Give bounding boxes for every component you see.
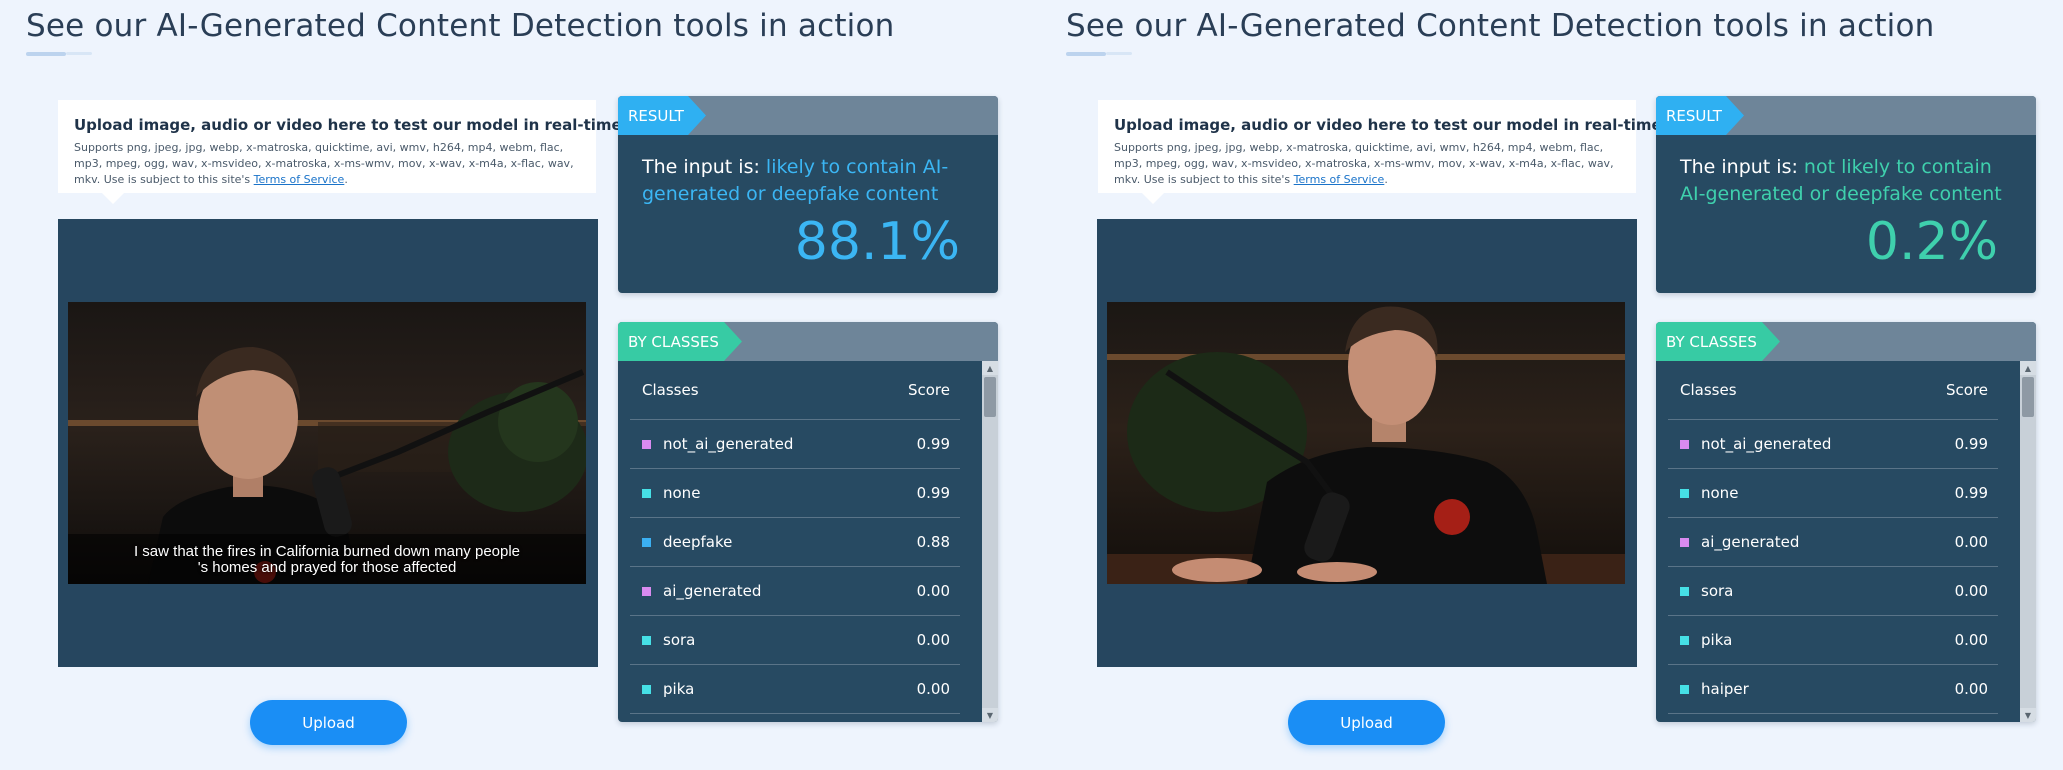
section-heading: See our AI-Generated Content Detection t… xyxy=(26,8,895,44)
classes-scrollbar[interactable]: ▲ ▼ xyxy=(982,361,998,722)
video-still-image xyxy=(1107,302,1625,584)
tooltip-pointer xyxy=(1142,193,1164,204)
scroll-up-icon[interactable]: ▲ xyxy=(2020,361,2036,375)
tooltip-pointer xyxy=(102,193,124,204)
upload-button[interactable]: Upload xyxy=(1288,700,1445,745)
terms-of-service-link[interactable]: Terms of Service xyxy=(254,173,345,186)
class-color-swatch xyxy=(642,488,651,498)
scroll-down-icon[interactable]: ▼ xyxy=(982,708,998,722)
video-caption: I saw that the fires in California burne… xyxy=(133,543,521,576)
column-header-score: Score xyxy=(1945,381,1988,399)
class-color-swatch xyxy=(1680,439,1689,449)
table-row: not_ai_generated 0.99 xyxy=(1668,420,1998,469)
table-row: not_ai_generated 0.99 xyxy=(630,420,960,469)
upload-info-box: Upload image, audio or video here to tes… xyxy=(58,100,629,204)
heading-underline xyxy=(26,52,92,56)
table-row: none 0.99 xyxy=(630,469,960,518)
result-card-header: RESULT xyxy=(1656,96,2036,135)
class-color-swatch xyxy=(1680,586,1689,596)
table-row: deepfake 0.88 xyxy=(630,518,960,567)
table-row: pika 0.00 xyxy=(1668,616,1998,665)
video-frame[interactable] xyxy=(1107,302,1625,584)
result-card-header: RESULT xyxy=(618,96,998,135)
demo-panel-left: See our AI-Generated Content Detection t… xyxy=(0,0,1040,770)
classes-tag: BY CLASSES xyxy=(618,322,742,361)
classes-card-header: BY CLASSES xyxy=(1656,322,2036,361)
media-preview[interactable]: I saw that the fires in California burne… xyxy=(58,219,598,667)
class-color-swatch xyxy=(642,586,651,596)
column-header-classes: Classes xyxy=(642,381,699,399)
table-row: sora 0.00 xyxy=(1668,567,1998,616)
heading-underline xyxy=(1066,52,1132,56)
result-score: 0.2% xyxy=(1865,212,1998,272)
result-card: RESULT The input is: likely to contain A… xyxy=(618,96,998,293)
result-text: The input is: not likely to contain AI-g… xyxy=(1680,156,2002,205)
demo-panel-right: See our AI-Generated Content Detection t… xyxy=(1040,0,2063,770)
class-color-swatch xyxy=(642,439,651,449)
scroll-thumb[interactable] xyxy=(984,377,996,417)
result-text: The input is: likely to contain AI-gener… xyxy=(642,156,949,205)
classes-tag: BY CLASSES xyxy=(1656,322,1780,361)
result-tag: RESULT xyxy=(1656,96,1744,135)
result-tag: RESULT xyxy=(618,96,706,135)
class-color-swatch xyxy=(1680,488,1689,498)
classes-card: BY CLASSES Classes Score not_ai_generate… xyxy=(1656,322,2036,722)
class-color-swatch xyxy=(1680,537,1689,547)
video-frame[interactable]: I saw that the fires in California burne… xyxy=(68,302,586,584)
table-row: ai_generated 0.00 xyxy=(1668,518,1998,567)
table-header: Classes Score xyxy=(1668,361,1998,420)
column-header-score: Score xyxy=(907,381,950,399)
video-still-image xyxy=(68,302,586,584)
upload-title: Upload image, audio or video here to tes… xyxy=(1114,116,1669,134)
column-header-classes: Classes xyxy=(1680,381,1737,399)
classes-table[interactable]: Classes Score not_ai_generated 0.99 none 0… xyxy=(618,361,982,722)
terms-of-service-link[interactable]: Terms of Service xyxy=(1294,173,1385,186)
scroll-thumb[interactable] xyxy=(2022,377,2034,417)
scroll-up-icon[interactable]: ▲ xyxy=(982,361,998,375)
section-heading: See our AI-Generated Content Detection t… xyxy=(1066,8,1935,44)
media-preview[interactable] xyxy=(1097,219,1637,667)
table-row: sora 0.00 xyxy=(630,616,960,665)
class-color-swatch xyxy=(1680,684,1689,694)
upload-button[interactable]: Upload xyxy=(250,700,407,745)
upload-description: Supports png, jpeg, jpg, webp, x-matrosk… xyxy=(74,141,574,186)
upload-info-box: Upload image, audio or video here to tes… xyxy=(1098,100,1669,204)
table-row: haiper 0.00 xyxy=(1668,665,1998,714)
class-color-swatch xyxy=(642,537,651,547)
upload-title: Upload image, audio or video here to tes… xyxy=(74,116,629,134)
classes-table[interactable]: Classes Score not_ai_generated 0.99 none 0… xyxy=(1656,361,2020,722)
classes-card: BY CLASSES Classes Score not_ai_generate… xyxy=(618,322,998,722)
class-color-swatch xyxy=(1680,635,1689,645)
class-color-swatch xyxy=(642,635,651,645)
result-score: 88.1% xyxy=(794,212,960,272)
table-row: ai_generated 0.00 xyxy=(630,567,960,616)
scroll-down-icon[interactable]: ▼ xyxy=(2020,708,2036,722)
table-header: Classes Score xyxy=(630,361,960,420)
upload-description: Supports png, jpeg, jpg, webp, x-matrosk… xyxy=(1114,141,1614,186)
table-row: none 0.99 xyxy=(1668,469,1998,518)
classes-card-header: BY CLASSES xyxy=(618,322,998,361)
class-color-swatch xyxy=(642,684,651,694)
result-card: RESULT The input is: not likely to conta… xyxy=(1656,96,2036,293)
table-row: pika 0.00 xyxy=(630,665,960,714)
classes-scrollbar[interactable]: ▲ ▼ xyxy=(2020,361,2036,722)
